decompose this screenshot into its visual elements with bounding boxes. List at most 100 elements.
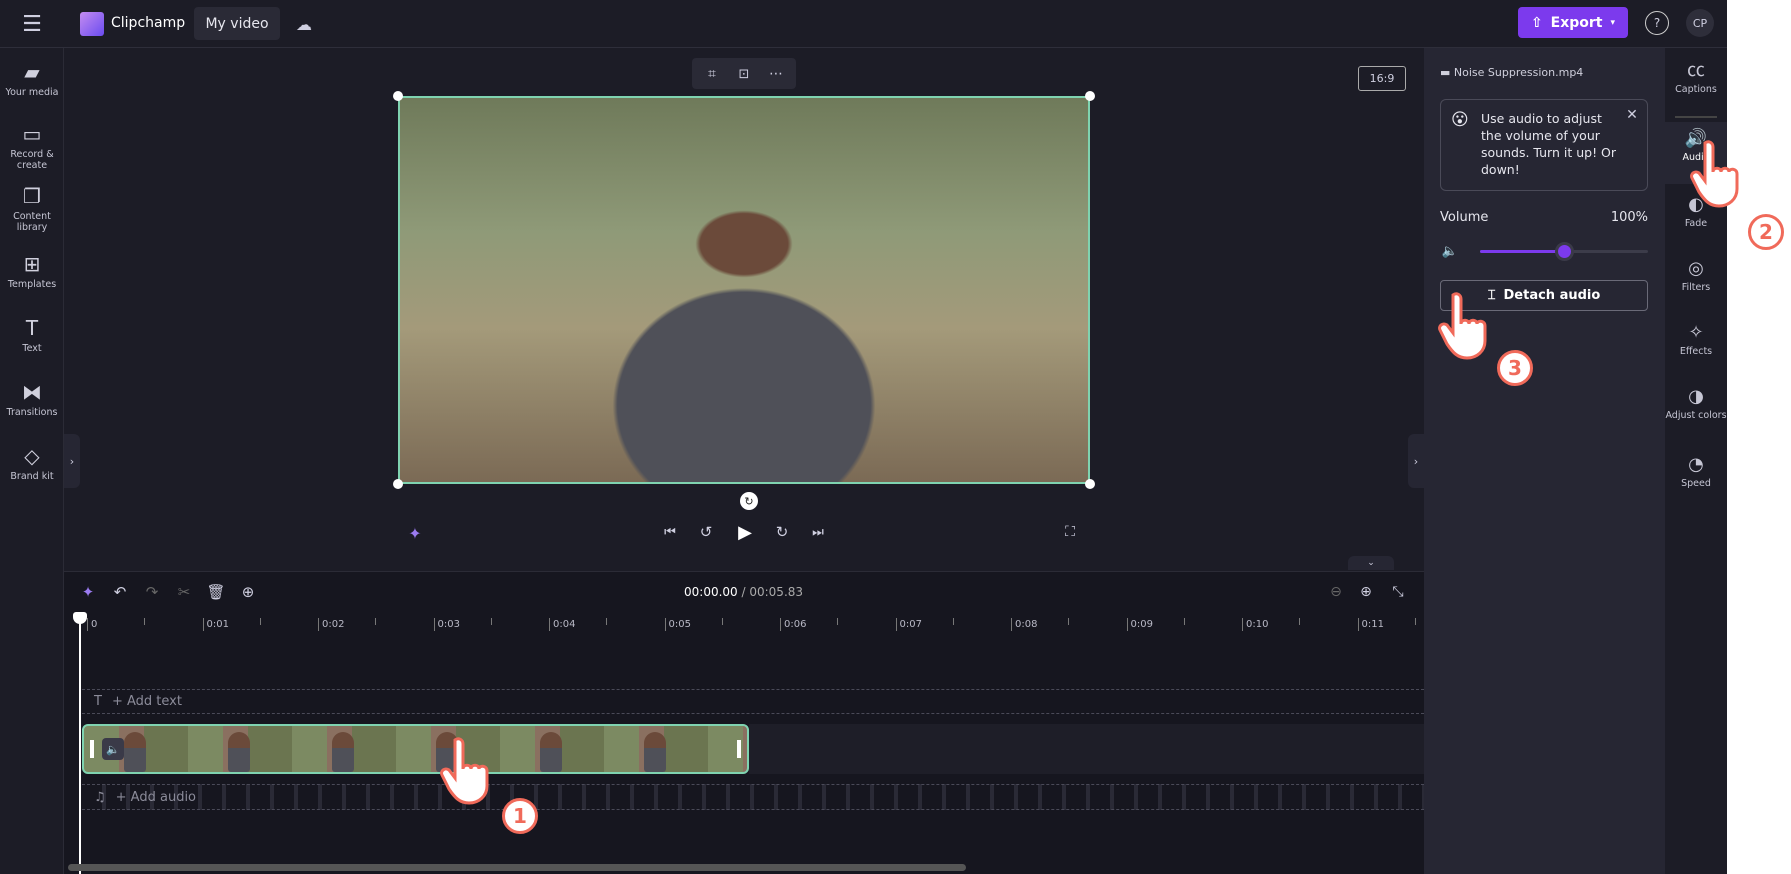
ruler-tick: 0 bbox=[87, 618, 97, 631]
audio-track[interactable]: ♫ + Add audio bbox=[82, 784, 1424, 810]
hand-pointer-icon bbox=[1438, 292, 1487, 360]
sidebar-item-transitions[interactable]: ⧓ Transitions bbox=[0, 380, 64, 418]
project-title-input[interactable]: My video bbox=[194, 7, 280, 40]
ruler-minor-tick bbox=[1414, 618, 1416, 625]
ruler-tick: 0:06 bbox=[780, 618, 806, 631]
tab-speed[interactable]: ◔ Speed bbox=[1665, 454, 1727, 489]
export-label: Export bbox=[1550, 14, 1603, 31]
scissors-icon[interactable]: ✂ bbox=[172, 580, 196, 604]
ai-camera-off-icon[interactable]: ✦ bbox=[402, 520, 428, 546]
volume-slider-thumb[interactable] bbox=[1555, 242, 1574, 261]
detach-audio-label: Detach audio bbox=[1503, 288, 1601, 303]
timeline-scrollbar[interactable] bbox=[68, 864, 966, 871]
close-icon[interactable]: ✕ bbox=[1623, 106, 1641, 124]
ruler-tick: 0:01 bbox=[202, 618, 229, 631]
rotate-icon[interactable]: ↻ bbox=[740, 492, 758, 510]
ruler-tick: 0:10 bbox=[1242, 618, 1268, 631]
file-name: ▬ Noise Suppression.mp4 bbox=[1440, 66, 1583, 79]
video-preview[interactable] bbox=[398, 96, 1090, 484]
video-clip[interactable]: 🔈 bbox=[82, 724, 749, 774]
zoom-in-icon[interactable]: ⊕ bbox=[1354, 580, 1378, 604]
clip-thumbnail bbox=[644, 732, 666, 772]
expand-right-panel-button[interactable]: › bbox=[1408, 434, 1424, 488]
menu-icon[interactable]: ☰ bbox=[18, 12, 46, 37]
sidebar-item-label: Templates bbox=[7, 279, 57, 290]
sidebar-item-content-library[interactable]: ❐ Content library bbox=[0, 184, 64, 233]
sidebar-item-label: Text bbox=[22, 343, 42, 354]
app: ☰ Clipchamp My video ☁ ⇧ Export ▾ ? CP ▰ Yo… bbox=[0, 0, 1727, 874]
aspect-ratio-button[interactable]: 16:9 bbox=[1358, 66, 1406, 91]
volume-slider[interactable] bbox=[1480, 242, 1648, 261]
tab-label: Effects bbox=[1679, 346, 1713, 357]
sidebar-item-record-create[interactable]: ▭ Record & create bbox=[0, 122, 64, 171]
play-icon[interactable]: ▶ bbox=[732, 519, 758, 545]
resize-handle[interactable] bbox=[1085, 91, 1095, 101]
video-track bbox=[749, 724, 1424, 774]
resize-handle[interactable] bbox=[1085, 479, 1095, 489]
playhead[interactable] bbox=[79, 614, 81, 874]
expand-left-panel-button[interactable]: › bbox=[64, 434, 80, 488]
step-badge: 3 bbox=[1497, 350, 1533, 386]
text-track[interactable]: T + Add text bbox=[82, 689, 1424, 714]
redo-icon[interactable]: ↷ bbox=[140, 580, 164, 604]
clip-thumbnail bbox=[748, 732, 749, 772]
ruler-tick: 0:02 bbox=[318, 618, 344, 631]
ruler-tick: 0:05 bbox=[664, 618, 691, 631]
skip-forward-icon[interactable]: ⏭ bbox=[806, 520, 830, 544]
chevron-down-icon: ▾ bbox=[1610, 17, 1616, 28]
ai-sparkle-icon[interactable]: ✦ bbox=[76, 580, 100, 604]
undo-icon[interactable]: ↶ bbox=[108, 580, 132, 604]
properties-panel: ▬ Noise Suppression.mp4 😮 Use audio to a… bbox=[1424, 48, 1665, 874]
text-icon: T bbox=[25, 316, 39, 340]
forward-5-icon[interactable]: ↻ bbox=[770, 520, 794, 544]
tab-label: Filters bbox=[1681, 282, 1711, 293]
tab-label: Speed bbox=[1681, 478, 1711, 489]
tab-filters[interactable]: ◎ Filters bbox=[1665, 258, 1727, 293]
trim-handle-left[interactable] bbox=[90, 740, 94, 758]
rewind-5-icon[interactable]: ↺ bbox=[694, 520, 718, 544]
ruler-minor-tick bbox=[144, 618, 145, 625]
trim-handle-right[interactable] bbox=[737, 740, 741, 758]
resize-handle[interactable] bbox=[393, 479, 403, 489]
left-sidebar: ▰ Your media ▭ Record & create ❐ Content li… bbox=[0, 48, 64, 874]
speaker-icon: 🔈 bbox=[1441, 243, 1459, 259]
resize-handle[interactable] bbox=[393, 91, 403, 101]
sidebar-item-your-media[interactable]: ▰ Your media bbox=[0, 60, 64, 98]
templates-icon: ⊞ bbox=[23, 252, 41, 276]
tab-captions[interactable]: ㏄ Captions bbox=[1665, 60, 1727, 95]
ruler-minor-tick bbox=[606, 618, 607, 625]
sidebar-item-brand-kit[interactable]: ◇ Brand kit bbox=[0, 444, 64, 482]
fit-icon[interactable]: ⊡ bbox=[732, 62, 756, 86]
collapse-timeline-button[interactable]: ⌄ bbox=[1348, 556, 1394, 570]
crop-icon[interactable]: ⌗ bbox=[700, 62, 724, 86]
export-button[interactable]: ⇧ Export ▾ bbox=[1518, 7, 1628, 38]
tab-adjust-colors[interactable]: ◑ Adjust colors bbox=[1665, 386, 1727, 421]
ruler-tick: 0:04 bbox=[549, 618, 575, 631]
step-badge: 2 bbox=[1748, 214, 1784, 250]
trash-icon[interactable]: 🗑 bbox=[204, 580, 228, 604]
ruler-minor-tick bbox=[837, 618, 838, 625]
add-media-icon[interactable]: ⊕ bbox=[236, 580, 260, 604]
tab-effects[interactable]: ✧ Effects bbox=[1665, 322, 1727, 357]
ruler-minor-tick bbox=[1183, 618, 1185, 625]
sidebar-item-templates[interactable]: ⊞ Templates bbox=[0, 252, 64, 290]
sidebar-item-text[interactable]: T Text bbox=[0, 316, 64, 354]
clip-thumbnail bbox=[540, 732, 562, 772]
skip-back-icon[interactable]: ⏮ bbox=[658, 520, 682, 544]
speed-icon: ◔ bbox=[1688, 454, 1704, 475]
help-icon[interactable]: ? bbox=[1645, 11, 1669, 35]
more-icon[interactable]: ⋯ bbox=[764, 62, 788, 86]
clip-audio-icon[interactable]: 🔈 bbox=[102, 738, 124, 760]
sidebar-item-label: Your media bbox=[5, 87, 59, 98]
avatar[interactable]: CP bbox=[1686, 9, 1714, 37]
ruler-minor-tick bbox=[952, 618, 954, 625]
folder-icon: ▰ bbox=[24, 60, 40, 84]
sidebar-item-label: Brand kit bbox=[10, 471, 54, 482]
sidebar-item-label: Transitions bbox=[6, 407, 58, 418]
ruler-tick: 0:03 bbox=[433, 618, 460, 631]
clip-thumbnail bbox=[332, 732, 354, 772]
emoji-icon: 😮 bbox=[1451, 110, 1469, 130]
fit-timeline-icon[interactable]: ⤡ bbox=[1386, 580, 1410, 604]
zoom-out-icon[interactable]: ⊖ bbox=[1324, 580, 1348, 604]
fullscreen-icon[interactable]: ⛶ bbox=[1058, 520, 1082, 544]
